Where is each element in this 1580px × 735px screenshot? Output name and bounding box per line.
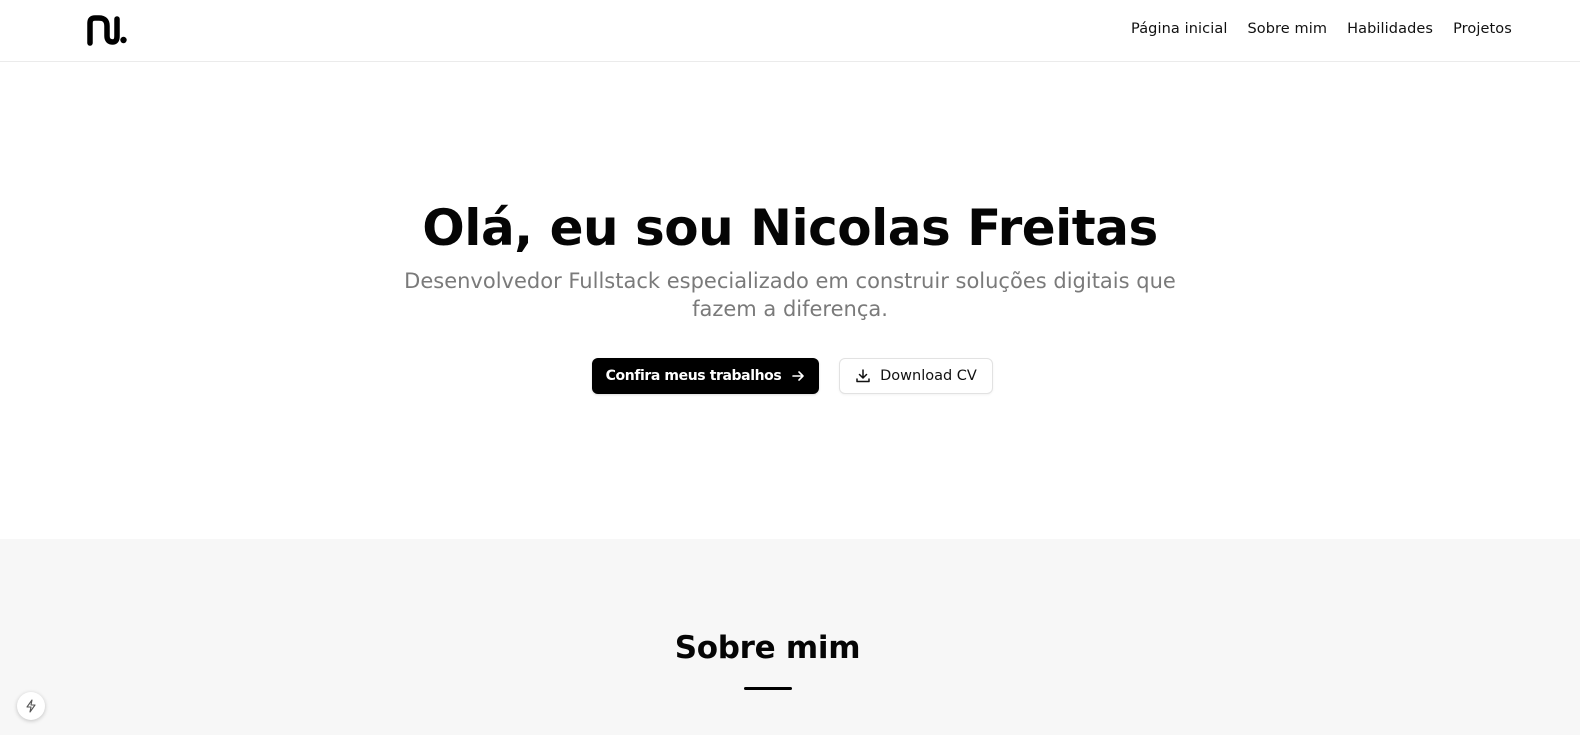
nav-link-sobre-mim[interactable]: Sobre mim [1247, 21, 1327, 37]
hero-title: Olá, eu sou Nicolas Freitas [422, 199, 1158, 257]
arrow-right-icon [792, 371, 805, 381]
about-title-underline [744, 687, 792, 690]
main-nav: Página inicial Sobre mim Habilidades Pro… [1131, 21, 1512, 37]
floating-action-button[interactable] [17, 692, 45, 720]
hero-section: Olá, eu sou Nicolas Freitas Desenvolvedo… [0, 62, 1580, 539]
nav-link-habilidades[interactable]: Habilidades [1347, 21, 1433, 37]
about-title: Sobre mim [674, 630, 861, 666]
download-cv-button-label: Download CV [880, 368, 977, 384]
nav-link-projetos[interactable]: Projetos [1453, 21, 1512, 37]
download-cv-button[interactable]: Download CV [839, 358, 993, 394]
view-work-button-label: Confira meus trabalhos [605, 368, 782, 384]
hero-subtitle-line-2: fazem a diferença. [692, 297, 888, 321]
lightning-icon [26, 699, 36, 713]
hero-subtitle-line-1: Desenvolvedor Fullstack especializado em… [404, 269, 1176, 293]
about-section: Sobre mim [0, 539, 1580, 735]
brand-logo-icon[interactable] [87, 14, 127, 46]
hero-subtitle: Desenvolvedor Fullstack especializado em… [390, 267, 1190, 323]
nav-link-pagina-inicial[interactable]: Página inicial [1131, 21, 1227, 37]
site-header: Página inicial Sobre mim Habilidades Pro… [0, 0, 1580, 62]
view-work-button[interactable]: Confira meus trabalhos [592, 358, 819, 394]
download-icon [856, 369, 870, 383]
